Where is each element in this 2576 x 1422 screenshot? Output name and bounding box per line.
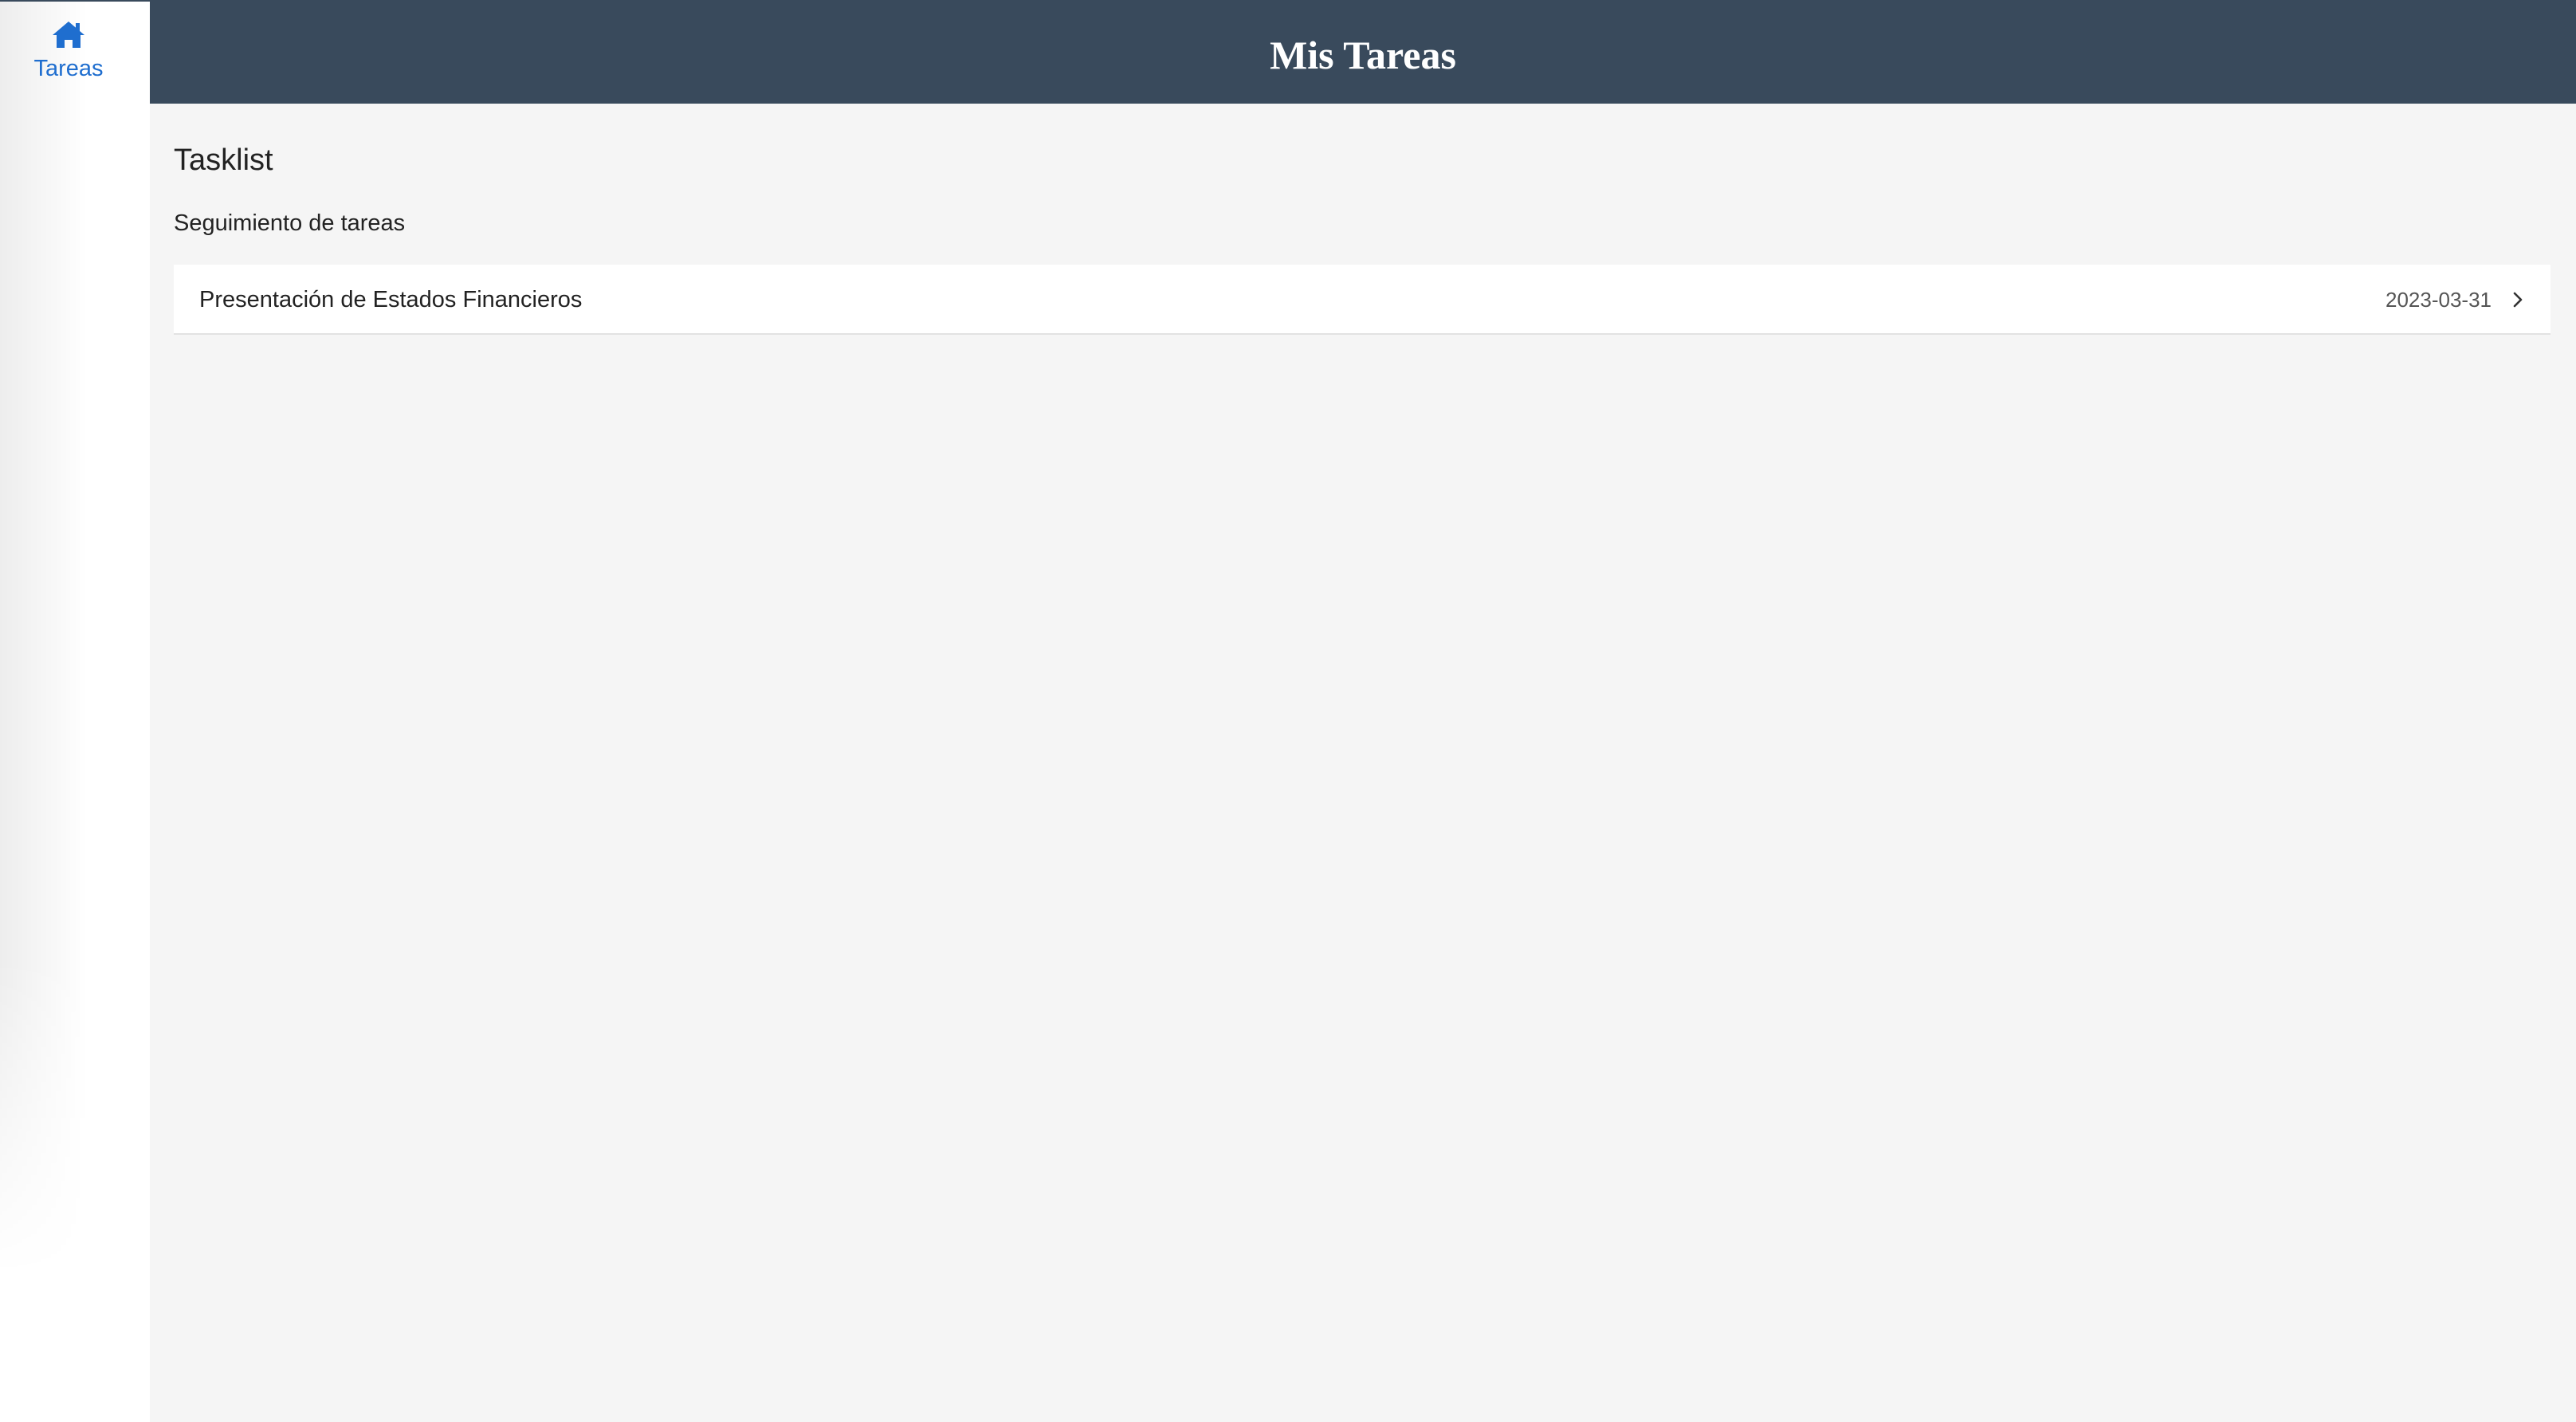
section-title: Tasklist <box>174 143 273 177</box>
home-icon <box>53 22 84 48</box>
chevron-right-icon <box>2513 292 2523 308</box>
sidebar-item-label: Tareas <box>33 56 104 81</box>
task-row[interactable]: Presentación de Estados Financieros 2023… <box>174 265 2550 335</box>
task-name: Presentación de Estados Financieros <box>199 287 583 312</box>
section-subtitle: Seguimiento de tareas <box>174 210 406 236</box>
sidebar-item-tareas[interactable]: Tareas <box>0 13 137 92</box>
task-list: Presentación de Estados Financieros 2023… <box>174 265 2550 335</box>
page-title: Mis Tareas <box>1270 33 1456 77</box>
sidebar-shadow <box>0 2 88 1277</box>
task-date: 2023-03-31 <box>2386 288 2492 312</box>
main-content: Tasklist Seguimiento de tareas Presentac… <box>150 104 2576 1422</box>
sidebar: Tareas <box>0 0 150 1422</box>
app-header: Mis Tareas <box>150 0 2576 104</box>
app: Tareas Mis Tareas Tasklist Seguimiento d… <box>0 0 2576 1422</box>
